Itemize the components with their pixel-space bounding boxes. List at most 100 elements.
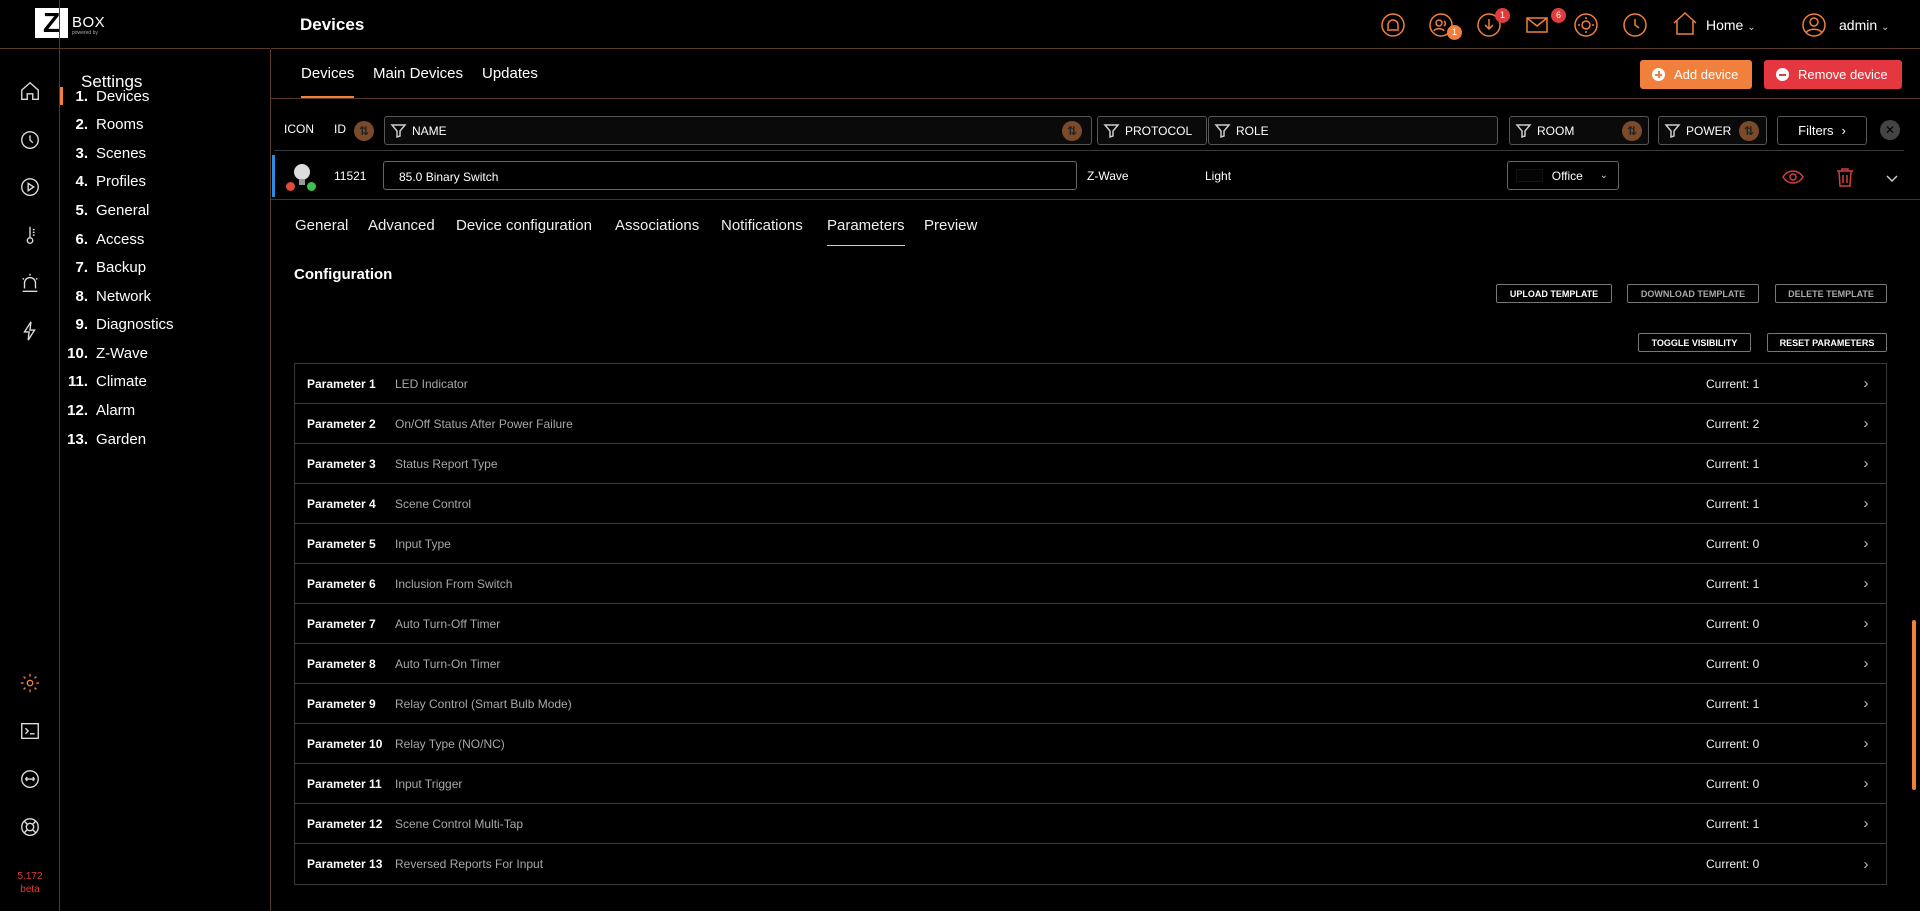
alarm-icon[interactable]: [18, 271, 42, 295]
user-menu[interactable]: admin ⌄: [1839, 17, 1889, 33]
room-select[interactable]: Office ⌄: [1507, 161, 1619, 190]
parameter-row[interactable]: Parameter 4 Scene Control Current: 1 ›: [295, 484, 1886, 524]
filters-button[interactable]: Filters ›: [1777, 116, 1867, 145]
chevron-right-icon[interactable]: ›: [1846, 415, 1886, 432]
tab-associations[interactable]: Associations: [615, 217, 699, 234]
chevron-right-icon[interactable]: ›: [1846, 856, 1886, 873]
sidebar-item-devices[interactable]: 1. Devices: [60, 81, 270, 111]
upload-template-button[interactable]: UPLOAD TEMPLATE: [1496, 284, 1612, 303]
parameter-row[interactable]: Parameter 9 Relay Control (Smart Bulb Mod…: [295, 684, 1886, 724]
chevron-down-icon[interactable]: [1881, 168, 1903, 190]
sidebar-item-profiles[interactable]: 4. Profiles: [60, 166, 270, 196]
sidebar-item-scenes[interactable]: 3. Scenes: [60, 138, 270, 168]
sort-power-icon[interactable]: ⇅: [1739, 121, 1759, 141]
parameter-row[interactable]: Parameter 1 LED Indicator Current: 1 ›: [295, 364, 1886, 404]
parameter-row[interactable]: Parameter 13 Reversed Reports For Input Cu…: [295, 844, 1886, 884]
remove-device-button[interactable]: Remove device: [1764, 60, 1902, 89]
download-template-button[interactable]: DOWNLOAD TEMPLATE: [1627, 284, 1759, 303]
thermometer-icon[interactable]: [18, 223, 42, 247]
tab-device-configuration[interactable]: Device configuration: [456, 217, 592, 234]
sidebar-item-alarm[interactable]: 12. Alarm: [60, 395, 270, 425]
sidebar-item-network[interactable]: 8. Network: [60, 281, 270, 311]
parameter-row[interactable]: Parameter 7 Auto Turn-Off Timer Current: 0…: [295, 604, 1886, 644]
energy-icon[interactable]: [18, 319, 42, 343]
parameter-current-value: Current: 1: [1706, 816, 1760, 831]
brightness-icon[interactable]: [1573, 12, 1599, 38]
protocol-filter[interactable]: PROTOCOL: [1097, 116, 1207, 145]
automation-icon[interactable]: [18, 128, 42, 152]
name-filter[interactable]: NAME: [384, 116, 1092, 145]
sidebar-item-number: 12.: [67, 401, 88, 419]
device-name-field[interactable]: 85.0 Binary Switch: [383, 161, 1077, 190]
chevron-right-icon[interactable]: ›: [1846, 535, 1886, 552]
sort-room-icon[interactable]: ⇅: [1622, 121, 1642, 141]
sort-name-icon[interactable]: ⇅: [1062, 121, 1082, 141]
chevron-right-icon[interactable]: ›: [1846, 655, 1886, 672]
chevron-right-icon[interactable]: ›: [1846, 455, 1886, 472]
parameter-name: Parameter 2: [307, 416, 376, 431]
top-header: Devices 1 1 6 Home ⌄ admin ⌄: [271, 0, 1920, 49]
chevron-right-icon[interactable]: ›: [1846, 615, 1886, 632]
clear-filters-icon[interactable]: ✕: [1880, 120, 1900, 140]
chevron-right-icon[interactable]: ›: [1846, 575, 1886, 592]
room-value: Office: [1551, 168, 1583, 183]
role-filter[interactable]: ROLE: [1208, 116, 1498, 145]
clock-icon[interactable]: [1622, 12, 1648, 38]
trash-icon[interactable]: [1834, 166, 1856, 188]
parameter-current-value: Current: 0: [1706, 616, 1760, 631]
sidebar-item-access[interactable]: 6. Access: [60, 224, 270, 254]
reset-parameters-button[interactable]: RESET PARAMETERS: [1767, 333, 1887, 352]
chevron-right-icon[interactable]: ›: [1846, 815, 1886, 832]
tab-devices[interactable]: Devices: [301, 65, 355, 98]
home-selector[interactable]: Home ⌄: [1706, 17, 1756, 33]
parameter-description: On/Off Status After Power Failure: [395, 416, 573, 431]
sidebar-item-label: Access: [96, 230, 145, 248]
sidebar-item-rooms[interactable]: 2. Rooms: [60, 109, 270, 139]
media-icon[interactable]: [18, 175, 42, 199]
chevron-right-icon[interactable]: ›: [1846, 775, 1886, 792]
terminal-icon[interactable]: [18, 719, 42, 743]
tab-preview[interactable]: Preview: [924, 217, 977, 234]
sidebar-item-general[interactable]: 5. General: [60, 195, 270, 225]
tab-advanced[interactable]: Advanced: [368, 217, 435, 234]
siren-icon[interactable]: [1380, 12, 1406, 38]
sidebar-item-diagnostics[interactable]: 9. Diagnostics: [60, 309, 270, 339]
delete-template-button[interactable]: DELETE TEMPLATE: [1775, 284, 1887, 303]
tab-parameters[interactable]: Parameters: [827, 217, 905, 246]
help-lifebuoy-icon[interactable]: [18, 815, 42, 839]
parameter-current-value: Current: 1: [1706, 496, 1760, 511]
chevron-right-icon[interactable]: ›: [1846, 375, 1886, 392]
parameter-row[interactable]: Parameter 10 Relay Type (NO/NC) Current: 0…: [295, 724, 1886, 764]
sidebar-item-garden[interactable]: 13. Garden: [60, 424, 270, 454]
mail-icon[interactable]: [1524, 12, 1550, 38]
parameter-row[interactable]: Parameter 5 Input Type Current: 0 ›: [295, 524, 1886, 564]
parameter-row[interactable]: Parameter 8 Auto Turn-On Timer Current: 0 ›: [295, 644, 1886, 684]
parameter-row[interactable]: Parameter 3 Status Report Type Current: 1 ›: [295, 444, 1886, 484]
chevron-right-icon[interactable]: ›: [1846, 695, 1886, 712]
home-location-icon[interactable]: [1672, 10, 1698, 36]
sidebar-item-climate[interactable]: 11. Climate: [60, 366, 270, 396]
tab-notifications[interactable]: Notifications: [721, 217, 803, 234]
parameter-row[interactable]: Parameter 11 Input Trigger Current: 0 ›: [295, 764, 1886, 804]
settings-gear-icon[interactable]: [18, 671, 42, 695]
user-avatar-icon[interactable]: [1801, 12, 1827, 38]
toggle-visibility-button[interactable]: TOGGLE VISIBILITY: [1638, 333, 1751, 352]
chevron-right-icon[interactable]: ›: [1846, 735, 1886, 752]
home-icon[interactable]: [18, 79, 42, 103]
add-device-button[interactable]: Add device: [1640, 60, 1753, 89]
parameter-row[interactable]: Parameter 6 Inclusion From Switch Current:…: [295, 564, 1886, 604]
eye-icon[interactable]: [1782, 166, 1804, 188]
sort-id-icon[interactable]: ⇅: [354, 121, 374, 141]
chevron-right-icon[interactable]: ›: [1846, 495, 1886, 512]
sidebar-item-backup[interactable]: 7. Backup: [60, 252, 270, 282]
sidebar-item-z-wave[interactable]: 10. Z-Wave: [60, 338, 270, 368]
scrollbar[interactable]: [1912, 620, 1916, 790]
parameter-name: Parameter 9: [307, 696, 376, 711]
tab-updates[interactable]: Updates: [482, 65, 538, 82]
tab-main-devices[interactable]: Main Devices: [373, 65, 463, 82]
tab-general[interactable]: General: [295, 217, 348, 234]
parameter-row[interactable]: Parameter 12 Scene Control Multi-Tap Curre…: [295, 804, 1886, 844]
device-row[interactable]: 11521 85.0 Binary Switch Z-Wave Light Of…: [271, 153, 1920, 200]
network-icon[interactable]: [18, 767, 42, 791]
parameter-row[interactable]: Parameter 2 On/Off Status After Power Fai…: [295, 404, 1886, 444]
